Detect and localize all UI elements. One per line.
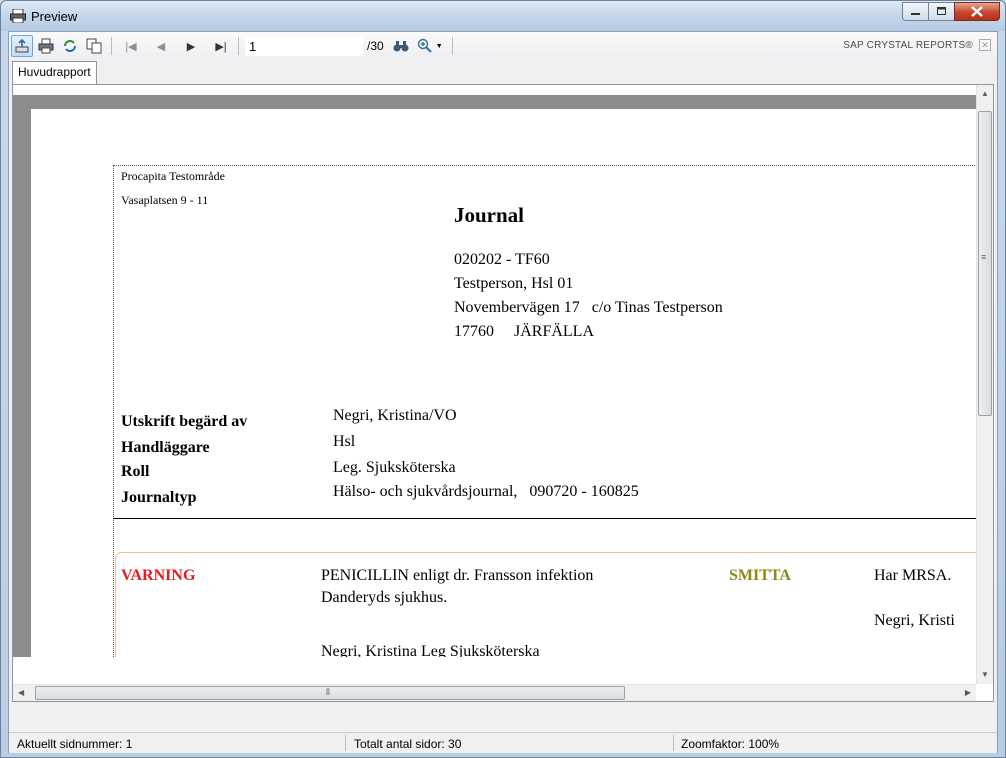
prev-page-button[interactable]: ◀ [150,35,172,57]
close-icon [971,6,983,17]
report-canvas[interactable]: Procapita Testområde Vasaplatsen 9 - 11 … [13,95,976,657]
next-page-icon: ▶ [186,40,196,53]
field-value: Negri, Kristina/VO [333,407,457,424]
field-label: Roll [121,463,150,480]
zoom-status: Zoomfaktor: 100% [681,737,780,751]
minimize-button[interactable] [902,2,929,21]
copy-icon [86,38,102,54]
client-area: |◀ ◀ ▶ ▶| /30 ▼ SAP CRYSTAL REPORTS® ✕ H… [8,31,998,753]
current-page-status: Aktuellt sidnummer: 1 [17,737,133,751]
field-value: Hsl [333,433,356,450]
toolbar-separator [451,37,453,55]
scroll-up-icon[interactable]: ▲ [981,89,989,98]
divider [113,518,976,519]
tab-huvudrapport[interactable]: Huvudrapport [12,61,97,84]
brand-logo: SAP CRYSTAL REPORTS® [843,40,973,51]
export-button[interactable] [11,35,33,57]
vertical-scroll-thumb[interactable]: ≡ [978,111,992,416]
export-icon [15,38,29,53]
prev-page-icon: ◀ [156,40,166,53]
patient-postal: 17760 JÄRFÄLLA [454,323,595,340]
toolbar-separator [238,37,239,55]
report-viewer: Procapita Testområde Vasaplatsen 9 - 11 … [12,84,994,702]
zoom-button[interactable]: ▼ [414,35,446,57]
page-total: /30 [367,39,384,53]
refresh-icon [64,40,76,52]
scroll-left-icon[interactable]: ◀ [18,688,24,697]
first-page-icon: |◀ [125,40,137,53]
horizontal-scrollbar[interactable]: ◀ ⦀ ▶ [13,684,976,701]
warning-signed-by: Negri, Kristina Leg Sjuksköterska [321,643,540,657]
refresh-button[interactable] [59,35,81,57]
org-name: Procapita Testområde [121,169,225,183]
page-title: Journal [454,203,525,227]
print-icon [38,38,54,54]
grip-icon: ⦀ [326,687,330,697]
copy-button[interactable] [83,35,105,57]
field-label: Journaltyp [121,489,197,506]
status-separator [345,735,346,751]
vertical-scrollbar[interactable]: ▲ ≡ ▼ [976,85,993,684]
status-separator [673,735,674,751]
zoom-icon [417,38,432,53]
infection-label: SMITTA [729,567,791,584]
total-pages-status: Totalt antal sidor: 30 [354,737,462,751]
warning-text: PENICILLIN enligt dr. Fransson infektion [321,567,594,584]
infection-signed-by: Negri, Kristi [874,612,955,629]
field-label: Handläggare [121,439,210,456]
maximize-icon [936,7,946,15]
toolbar: |◀ ◀ ▶ ▶| /30 ▼ SAP CRYSTAL REPORTS® ✕ [9,32,997,60]
patient-name: Testperson, Hsl 01 [454,275,574,292]
last-page-icon: ▶| [215,40,227,53]
toolbar-separator [111,37,112,55]
scroll-right-icon[interactable]: ▶ [965,688,971,697]
status-bar: Aktuellt sidnummer: 1 Totalt antal sidor… [9,732,997,753]
maximize-button[interactable] [928,2,955,21]
close-icon[interactable]: ✕ [979,39,991,51]
field-value: Hälso- och sjukvårdsjournal, 090720 - 16… [333,483,639,500]
horizontal-scroll-thumb[interactable]: ⦀ [35,686,625,700]
grip-icon: ≡ [981,252,987,262]
minimize-icon [910,12,920,15]
print-button[interactable] [35,35,57,57]
window-title: Preview [31,9,78,24]
page-number-input[interactable] [245,36,363,56]
warning-text: Danderyds sjukhus. [321,589,448,606]
first-page-button[interactable]: |◀ [120,35,142,57]
preview-window: Preview |◀ ◀ ▶ ▶| 1 /30 ▼ SAP CRYSTAL RE… [0,0,1006,758]
close-button[interactable] [954,2,1000,21]
org-address: Vasaplatsen 9 - 11 [121,193,209,207]
find-icon [393,41,409,52]
last-page-button[interactable]: ▶| [210,35,232,57]
scroll-down-icon[interactable]: ▼ [981,670,989,679]
chevron-down-icon: ▼ [435,42,443,50]
infection-text: Har MRSA. [874,567,952,584]
report-page: Procapita Testområde Vasaplatsen 9 - 11 … [31,109,976,657]
patient-street: Novembervägen 17 c/o Tinas Testperson [454,299,723,316]
warning-label: VARNING [121,567,196,584]
field-label: Utskrift begärd av [121,413,248,430]
tab-label: Huvudrapport [18,65,91,79]
field-value: Leg. Sjuksköterska [333,459,456,476]
title-bar[interactable]: Preview [1,1,1005,31]
printer-icon [10,9,26,23]
patient-id: 020202 - TF60 [454,251,550,268]
find-button[interactable] [390,35,412,57]
next-page-button[interactable]: ▶ [180,35,202,57]
